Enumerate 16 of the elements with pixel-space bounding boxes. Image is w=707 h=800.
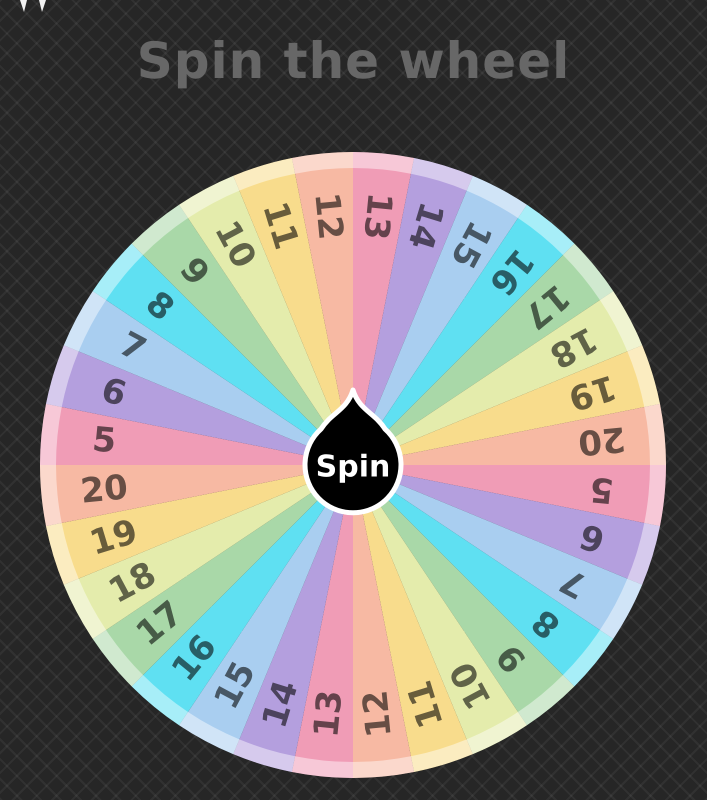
segment-label: 12 (355, 688, 400, 740)
segment-label: 20 (576, 418, 628, 463)
segment-label: 14 (254, 676, 306, 733)
segment-label: 13 (355, 190, 400, 242)
segment-label: 6 (575, 515, 610, 560)
spin-button[interactable]: Spin (302, 388, 404, 516)
segment-label: 19 (564, 366, 621, 418)
segment-label: 5 (90, 419, 118, 462)
page-title: Spin the wheel (136, 34, 570, 89)
segment-label: 14 (400, 197, 452, 254)
segment-label: 13 (306, 688, 351, 740)
segment-label: 5 (588, 468, 616, 511)
segment-label: 12 (306, 190, 351, 242)
segment-label: 19 (85, 512, 142, 564)
segment-label: 20 (78, 467, 130, 512)
segment-label: 6 (96, 370, 131, 415)
